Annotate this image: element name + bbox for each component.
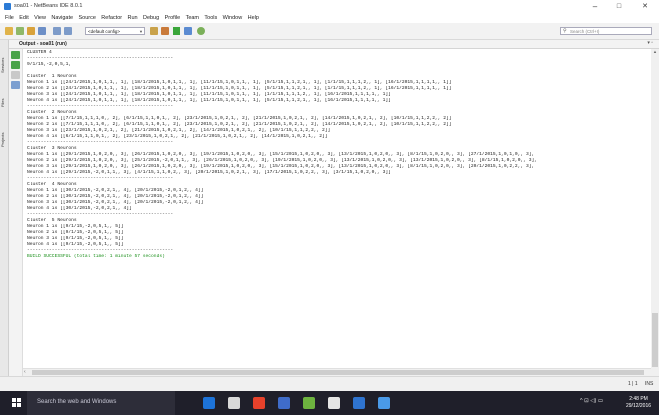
edge-icon[interactable]	[203, 397, 215, 409]
output-action-bar	[9, 49, 23, 379]
profile-icon[interactable]	[197, 27, 205, 35]
rerun-with-params-icon[interactable]	[11, 61, 20, 69]
settings-icon[interactable]	[11, 81, 20, 89]
netbeans-app-icon	[4, 3, 11, 10]
menu-run[interactable]: Run	[127, 13, 137, 23]
menu-help[interactable]: Help	[248, 13, 259, 23]
app-red-icon[interactable]	[253, 397, 265, 409]
clean-build-icon[interactable]	[161, 27, 169, 35]
app-blue-icon[interactable]	[278, 397, 290, 409]
tab-output[interactable]: Output - soa01 (run)	[19, 41, 67, 47]
windows-logo-pane	[17, 398, 21, 402]
system-tray[interactable]: ^ ⊡ ◁) ▭	[580, 398, 603, 404]
config-select[interactable]: <default config> ▼	[85, 27, 145, 35]
taskbar-clock[interactable]: 2:48 PM 29/12/2016	[626, 396, 651, 409]
output-text: CLUSTER 4 -------------------------------…	[27, 50, 651, 260]
app-mail-icon[interactable]	[353, 397, 365, 409]
taskbar-search-text: Search the web and Windows	[37, 399, 117, 405]
search-placeholder: Search (Ctrl+I)	[570, 29, 600, 34]
maximize-button[interactable]: □	[608, 0, 630, 13]
debug-icon[interactable]	[184, 27, 192, 35]
side-tab-services[interactable]: Services	[0, 46, 8, 84]
insert-mode: INS	[645, 381, 654, 387]
app-store-icon[interactable]	[378, 397, 390, 409]
chevron-down-icon: ▼	[139, 29, 143, 34]
open-project-icon[interactable]	[27, 27, 35, 35]
close-button[interactable]: ✕	[634, 0, 656, 13]
menu-bar: File Edit View Navigate Source Refactor …	[0, 13, 659, 23]
horizontal-scroll-thumb[interactable]	[32, 370, 644, 375]
clock-time: 2:48 PM	[629, 396, 648, 402]
taskbar-search[interactable]: Search the web and Windows	[27, 391, 175, 415]
side-tab-services-label: Services	[0, 57, 5, 73]
output-line: BUILD SUCCESSFUL (total time: 1 minute 5…	[27, 254, 165, 259]
side-tab-projects-label: Projects	[0, 132, 5, 148]
menu-profile[interactable]: Profile	[165, 13, 181, 23]
scroll-up-icon[interactable]: ▲	[651, 49, 659, 54]
output-header: Output - soa01 (run) ▾ ▫	[9, 40, 659, 49]
new-project-icon[interactable]	[16, 27, 24, 35]
side-tab-files[interactable]: Files	[0, 90, 8, 116]
caret-position: 1 | 1	[628, 381, 638, 387]
run-icon[interactable]	[173, 27, 180, 35]
clock-date: 29/12/2016	[626, 402, 652, 409]
menu-tools[interactable]: Tools	[204, 13, 217, 23]
search-input[interactable]: ⚲ Search (Ctrl+I)	[560, 27, 652, 35]
vertical-scroll-thumb[interactable]	[652, 313, 658, 367]
windows-logo-pane	[17, 403, 21, 407]
netbeans-task-icon[interactable]	[328, 397, 340, 409]
main-toolbar: <default config> ▼ ⚲ Search (Ctrl+I)	[0, 23, 659, 40]
taskbar: Search the web and Windows ^ ⊡ ◁) ▭ 2:48…	[0, 391, 659, 415]
search-icon: ⚲	[563, 28, 567, 34]
title-bar: soa01 - NetBeans IDE 8.0.1 – □ ✕	[0, 0, 659, 13]
scroll-left-icon[interactable]: ‹	[24, 369, 26, 376]
output-console[interactable]: CLUSTER 4 -------------------------------…	[23, 49, 651, 368]
file-explorer-icon[interactable]	[228, 397, 240, 409]
windows-logo-pane	[12, 403, 16, 407]
undo-icon[interactable]	[53, 27, 61, 35]
menu-team[interactable]: Team	[186, 13, 199, 23]
new-file-icon[interactable]	[5, 27, 13, 35]
menu-edit[interactable]: Edit	[19, 13, 28, 23]
menu-source[interactable]: Source	[78, 13, 95, 23]
app-green-icon[interactable]	[303, 397, 315, 409]
menu-file[interactable]: File	[5, 13, 14, 23]
horizontal-scrollbar[interactable]: ‹	[23, 368, 651, 376]
windows-start-button[interactable]	[12, 398, 22, 408]
windows-logo-icon	[12, 398, 16, 402]
vertical-scrollbar[interactable]: ▲	[651, 49, 659, 368]
config-select-value: <default config>	[88, 29, 121, 34]
rerun-icon[interactable]	[11, 51, 20, 59]
window-menu-icon[interactable]: ▾ ▫	[647, 40, 653, 46]
side-tab-files-label: Files	[0, 98, 5, 108]
build-hammer-icon[interactable]	[150, 27, 158, 35]
stop-icon[interactable]	[11, 71, 20, 79]
status-bar: 1 | 1 INS	[0, 376, 659, 392]
side-tab-strip: Services Files Projects	[0, 40, 9, 380]
menu-debug[interactable]: Debug	[143, 13, 159, 23]
side-tab-projects[interactable]: Projects	[0, 122, 8, 158]
menu-view[interactable]: View	[34, 13, 46, 23]
window-title: soa01 - NetBeans IDE 8.0.1	[14, 3, 83, 9]
menu-window[interactable]: Window	[223, 13, 243, 23]
minimize-button[interactable]: –	[584, 0, 606, 13]
menu-navigate[interactable]: Navigate	[51, 13, 73, 23]
save-all-icon[interactable]	[38, 27, 46, 35]
redo-icon[interactable]	[64, 27, 72, 35]
menu-refactor[interactable]: Refactor	[101, 13, 122, 23]
